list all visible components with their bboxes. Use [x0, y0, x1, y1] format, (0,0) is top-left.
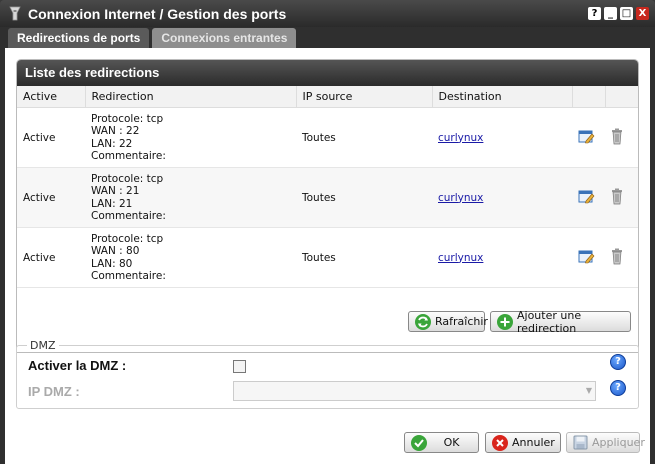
- trash-icon[interactable]: [611, 188, 623, 205]
- chevron-down-icon: ▼: [585, 386, 592, 395]
- help-window-button[interactable]: ?: [588, 7, 601, 20]
- refresh-button[interactable]: Rafraîchir: [408, 311, 488, 332]
- tab-bar: Redirections de ports Connexions entrant…: [8, 28, 297, 48]
- row-protocol: Protocole: tcp: [91, 172, 164, 185]
- row-edit-cell: [572, 167, 605, 228]
- row-ip-source: Toutes: [296, 167, 432, 228]
- destination-link[interactable]: curlynux: [438, 192, 483, 204]
- row-comment: Commentaire:: [91, 270, 166, 282]
- table-row[interactable]: Active Protocole: tcp WAN : 21 LAN: 21 C…: [17, 167, 638, 228]
- window-controls: ? _ □ X: [588, 7, 649, 20]
- help-icon[interactable]: ?: [610, 354, 626, 370]
- trash-icon[interactable]: [611, 128, 623, 145]
- edit-icon[interactable]: [578, 129, 595, 144]
- row-comment: Commentaire:: [91, 150, 166, 162]
- content-area: Liste des redirections Active Redirectio…: [5, 48, 650, 464]
- row-destination: curlynux: [432, 107, 572, 168]
- row-ip-source: Toutes: [296, 107, 432, 168]
- table-row[interactable]: Active Protocole: tcp WAN : 80 LAN: 80 C…: [17, 227, 638, 288]
- refresh-label: Rafraîchir: [435, 315, 488, 328]
- column-header-redirection[interactable]: Redirection: [85, 86, 297, 108]
- row-edit-cell: [572, 107, 605, 168]
- row-redirection: Protocole: tcp WAN : 80 LAN: 80 Commenta…: [85, 227, 296, 288]
- row-lan: LAN: 80: [91, 257, 133, 270]
- window-title: Connexion Internet / Gestion des ports: [28, 6, 287, 22]
- row-edit-cell: [572, 227, 605, 288]
- row-redirection: Protocole: tcp WAN : 21 LAN: 21 Commenta…: [85, 167, 296, 228]
- dmz-ip-label: IP DMZ :: [28, 384, 80, 399]
- save-icon: [573, 435, 588, 450]
- app-icon: [9, 6, 21, 21]
- refresh-icon: [415, 313, 431, 330]
- cancel-label: Annuler: [512, 436, 555, 449]
- add-redirection-label: Ajouter une redirection: [517, 308, 582, 335]
- row-protocol: Protocole: tcp: [91, 112, 164, 125]
- row-delete-cell: [605, 167, 638, 228]
- row-wan: WAN : 21: [91, 185, 140, 197]
- ok-button[interactable]: OK: [404, 432, 479, 453]
- minimize-button[interactable]: _: [604, 7, 617, 20]
- help-icon[interactable]: ?: [610, 380, 626, 396]
- row-delete-cell: [605, 227, 638, 288]
- row-delete-cell: [605, 107, 638, 168]
- apply-button[interactable]: Appliquer: [566, 432, 645, 453]
- row-destination: curlynux: [432, 227, 572, 288]
- row-lan: LAN: 21: [91, 197, 133, 210]
- close-button[interactable]: X: [636, 7, 649, 20]
- row-wan: WAN : 22: [91, 125, 140, 137]
- column-header-destination[interactable]: Destination: [432, 86, 573, 108]
- row-active: Active: [17, 167, 85, 228]
- tab-incoming-connections[interactable]: Connexions entrantes: [152, 28, 297, 48]
- apply-label: Appliquer: [592, 436, 645, 449]
- row-protocol: Protocole: tcp: [91, 232, 164, 245]
- cancel-button[interactable]: Annuler: [485, 432, 561, 453]
- column-header-active[interactable]: Active: [17, 86, 86, 108]
- column-header-ip-source[interactable]: IP source: [296, 86, 433, 108]
- dmz-enable-checkbox[interactable]: [233, 360, 246, 373]
- redirections-panel-title: Liste des redirections: [17, 60, 638, 86]
- column-header-edit: [572, 86, 606, 108]
- row-comment: Commentaire:: [91, 210, 166, 222]
- destination-link[interactable]: curlynux: [438, 252, 483, 264]
- add-redirection-button[interactable]: Ajouter une redirection: [490, 308, 631, 335]
- tab-port-redirections[interactable]: Redirections de ports: [8, 28, 150, 48]
- title-bar[interactable]: Connexion Internet / Gestion des ports ?…: [0, 0, 655, 27]
- ok-label: OK: [443, 436, 460, 449]
- row-active: Active: [17, 107, 85, 168]
- window: Connexion Internet / Gestion des ports ?…: [0, 0, 655, 464]
- row-ip-source: Toutes: [296, 227, 432, 288]
- table-header-row: Active Redirection IP source Destination: [17, 86, 638, 108]
- dmz-ip-select[interactable]: ▼: [233, 381, 596, 401]
- cancel-icon: [492, 434, 508, 451]
- row-destination: curlynux: [432, 167, 572, 228]
- row-wan: WAN : 80: [91, 245, 140, 257]
- column-header-delete: [605, 86, 638, 108]
- row-lan: LAN: 22: [91, 137, 133, 150]
- dmz-section: DMZ Activer la DMZ : ? IP DMZ : ▼ ?: [16, 339, 639, 409]
- trash-icon[interactable]: [611, 248, 623, 265]
- redirections-table: Active Redirection IP source Destination…: [17, 86, 638, 288]
- edit-icon[interactable]: [578, 249, 595, 264]
- edit-icon[interactable]: [578, 189, 595, 204]
- dmz-legend: DMZ: [27, 339, 59, 352]
- maximize-button[interactable]: □: [620, 7, 633, 20]
- dmz-enable-label: Activer la DMZ :: [28, 358, 127, 373]
- row-active: Active: [17, 227, 85, 288]
- row-redirection: Protocole: tcp WAN : 22 LAN: 22 Commenta…: [85, 107, 296, 168]
- table-row[interactable]: Active Protocole: tcp WAN : 22 LAN: 22 C…: [17, 107, 638, 168]
- check-icon: [411, 434, 427, 451]
- destination-link[interactable]: curlynux: [438, 132, 483, 144]
- add-icon: [497, 313, 513, 330]
